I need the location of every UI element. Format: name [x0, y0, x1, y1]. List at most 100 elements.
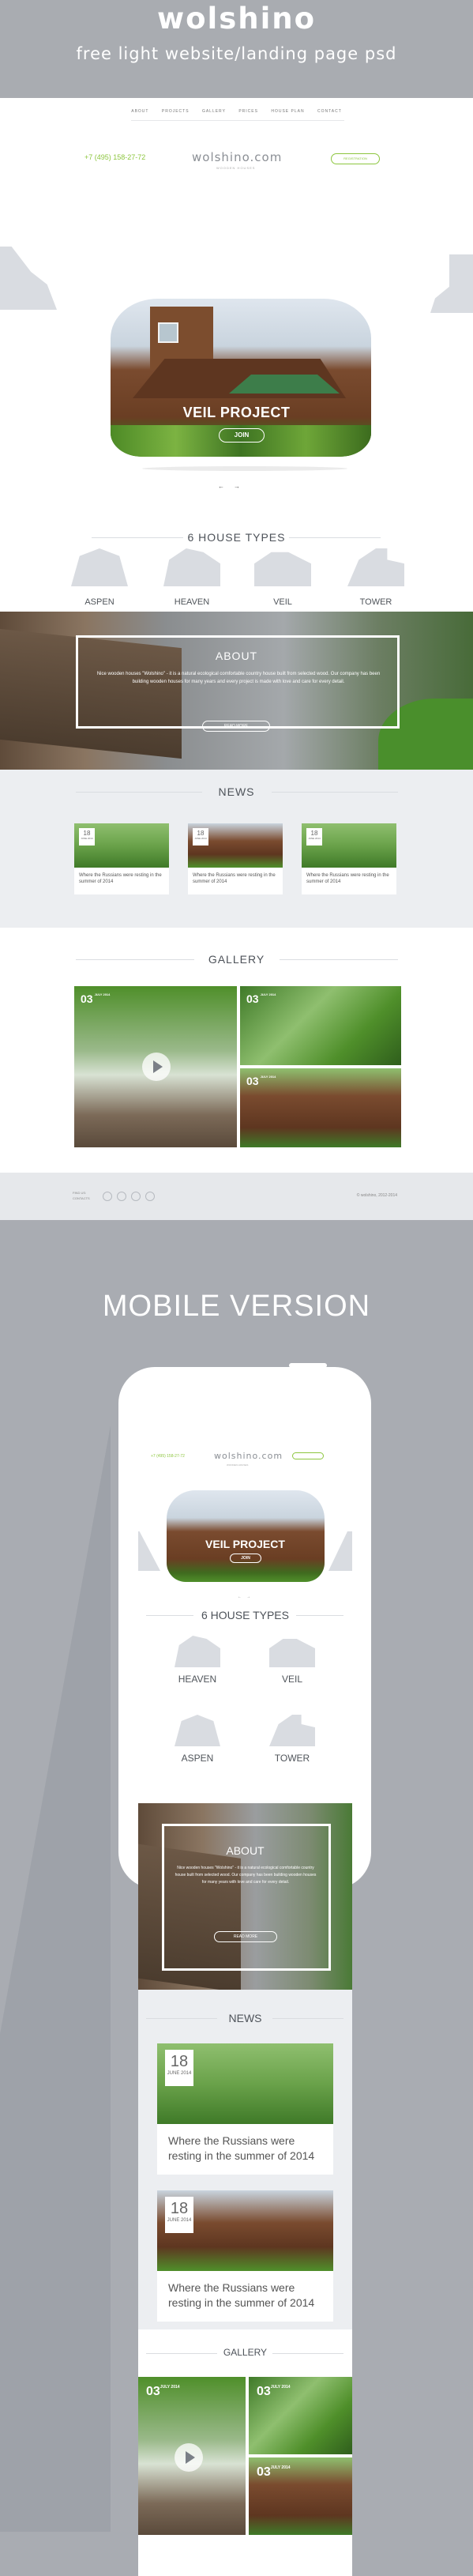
news-section: NEWS 18 JUNE 2014 Where the Russians were… — [0, 770, 473, 928]
gallery-date: 03JULY 2014 — [246, 1075, 276, 1087]
news-date: 18 JUNE 2014 — [193, 828, 208, 845]
gallery-day: 03 — [257, 2465, 271, 2479]
play-icon[interactable] — [175, 2443, 203, 2472]
gallery-item[interactable]: 03JULY 2014 — [249, 2377, 352, 2454]
news-headline[interactable]: Where the Russians were resting in the s… — [168, 2280, 323, 2310]
arrow-right-icon[interactable]: → — [234, 483, 250, 490]
news-headline[interactable]: Where the Russians were resting in the s… — [168, 2133, 323, 2164]
gallery-title: GALLERY — [223, 2347, 268, 2358]
phone-number[interactable]: +7 (495) 158-27-72 — [151, 1454, 185, 1459]
footer: FIND US: CONTACTS © wolshino, 2012-2014 — [0, 1173, 473, 1220]
hero-join-button[interactable]: JOIN — [219, 428, 265, 443]
gallery-item[interactable]: 03JULY 2014 — [240, 1068, 401, 1147]
news-section: NEWS 18 JUNE 2014 Where the Russians were… — [138, 1990, 352, 2329]
house-type-name: HEAVEN — [178, 1674, 217, 1685]
gallery-month: JULY 2014 — [260, 992, 276, 996]
news-date: 18 JUNE 2014 — [165, 2197, 193, 2233]
gallery-month: JULY 2014 — [160, 2385, 180, 2390]
arrow-right-icon[interactable]: → — [246, 1595, 255, 1599]
nav-item-about[interactable]: ABOUT — [131, 109, 148, 114]
top-nav: ABOUT PROJECTS GALLERY PRICES HOUSE PLAN… — [0, 109, 473, 114]
about-read-more-button[interactable]: READ MORE — [214, 1931, 277, 1942]
house-silhouette-icon — [254, 552, 311, 586]
house-type-name: ASPEN — [84, 597, 114, 607]
header-banner: wolshino free light website/landing page… — [0, 0, 473, 98]
hero-join-button[interactable]: JOIN — [230, 1554, 261, 1563]
news-card[interactable]: 18 JUNE 2014 Where the Russians were rest… — [188, 823, 283, 894]
house-type-name: HEAVEN — [174, 597, 210, 607]
news-headline[interactable]: Where the Russians were resting in the s… — [193, 872, 278, 885]
gallery-date: 03JULY 2014 — [146, 2385, 180, 2399]
house-type-name: ASPEN — [181, 1753, 214, 1764]
nav-item-gallery[interactable]: GALLERY — [202, 109, 226, 114]
section-divider — [272, 2018, 343, 2019]
instagram-icon[interactable] — [145, 1192, 155, 1201]
gallery-section: GALLERY 03JULY 2014 03JULY 2014 03JULY 2… — [0, 928, 473, 1173]
house-silhouette-icon — [175, 1636, 220, 1667]
vk-icon[interactable] — [131, 1192, 141, 1201]
house-silhouette-icon — [347, 548, 404, 586]
nav-item-house-plan[interactable]: HOUSE PLAN — [271, 109, 304, 114]
nav-item-projects[interactable]: PROJECTS — [162, 109, 190, 114]
gallery-date: 03JULY 2014 — [246, 992, 276, 1005]
house-type-heaven[interactable]: HEAVEN — [170, 1636, 225, 1685]
gallery-item-video[interactable]: 03JULY 2014 — [74, 986, 237, 1147]
site-logo[interactable]: wolshino.com — [192, 150, 282, 164]
registration-button[interactable] — [292, 1452, 324, 1459]
facebook-icon[interactable] — [103, 1192, 112, 1201]
arrow-left-icon[interactable]: ← — [218, 483, 234, 490]
house-silhouette-icon — [269, 1715, 315, 1746]
news-headline[interactable]: Where the Russians were resting in the s… — [306, 872, 392, 885]
nav-item-prices[interactable]: PRICES — [238, 109, 258, 114]
news-card[interactable]: 18 JUNE 2014 Where the Russians were rest… — [157, 2190, 333, 2322]
news-card[interactable]: 18 JUNE 2014 Where the Russians were rest… — [157, 2043, 333, 2175]
hero-slider-arrows: ←→ — [218, 483, 250, 490]
news-day: 18 — [83, 830, 91, 837]
house-type-tower[interactable]: TOWER — [265, 1715, 320, 1764]
gallery-day: 03 — [246, 992, 259, 1005]
gallery-month: JULY 2014 — [260, 1075, 276, 1079]
news-date: 18 JUNE 2014 — [79, 828, 95, 845]
news-card[interactable]: 18 JUNE 2014 Where the Russians were rest… — [74, 823, 169, 894]
house-silhouette-icon — [71, 548, 128, 586]
hero-slider-arrows: ←→ — [238, 1595, 255, 1599]
play-icon[interactable] — [142, 1053, 171, 1081]
nav-divider — [131, 120, 344, 121]
gallery-day: 03 — [257, 2385, 271, 2398]
about-read-more-button[interactable]: READ MORE — [202, 721, 270, 732]
section-divider — [289, 537, 381, 538]
registration-button[interactable]: REGISTRATION — [331, 153, 380, 164]
arrow-left-icon[interactable]: ← — [238, 1595, 246, 1599]
about-text: Nice wooden houses "Wolshino" - it is a … — [96, 672, 381, 684]
logo-tagline: WOODEN HOUSES — [227, 1463, 249, 1467]
gallery-item[interactable]: 03JULY 2014 — [249, 2457, 352, 2535]
news-headline[interactable]: Where the Russians were resting in the s… — [79, 872, 164, 885]
gallery-month: JULY 2014 — [270, 2385, 291, 2390]
news-card[interactable]: 18 JUNE 2014 Where the Russians were rest… — [302, 823, 396, 894]
gallery-day: 03 — [146, 2385, 160, 2398]
about-title: ABOUT — [215, 650, 258, 662]
news-day: 18 — [310, 830, 318, 837]
gallery-day: 03 — [246, 1075, 259, 1087]
house-types-title: 6 HOUSE TYPES — [187, 531, 286, 544]
hero-house-image — [167, 1490, 325, 1582]
mobile-version-heading: MOBILE VERSION — [102, 1290, 371, 1323]
nav-item-contact[interactable]: CONTACT — [317, 109, 342, 114]
phone-number[interactable]: +7 (495) 158-27-72 — [84, 153, 145, 161]
mobile-screen: +7 (495) 158-27-72 wolshino.com WOODEN H… — [138, 1440, 352, 2576]
house-type-aspen[interactable]: ASPEN — [170, 1715, 225, 1764]
twitter-icon[interactable] — [117, 1192, 126, 1201]
gallery-item-video[interactable]: 03JULY 2014 — [138, 2377, 246, 2535]
news-month: JUNE 2014 — [167, 2218, 192, 2223]
house-type-veil[interactable]: VEIL — [265, 1636, 320, 1685]
about-title: ABOUT — [226, 1844, 265, 1857]
news-date: 18 JUNE 2014 — [165, 2050, 193, 2086]
gallery-item[interactable]: 03JULY 2014 — [240, 986, 401, 1065]
site-logo[interactable]: wolshino.com — [214, 1451, 283, 1461]
section-divider — [280, 959, 398, 960]
news-month: JUNE 2014 — [81, 837, 93, 840]
section-divider — [296, 1615, 343, 1616]
about-section: ABOUT Nice wooden houses "Wolshino" - it… — [0, 612, 473, 770]
house-type-name: VEIL — [273, 597, 292, 607]
news-title: NEWS — [218, 785, 255, 798]
